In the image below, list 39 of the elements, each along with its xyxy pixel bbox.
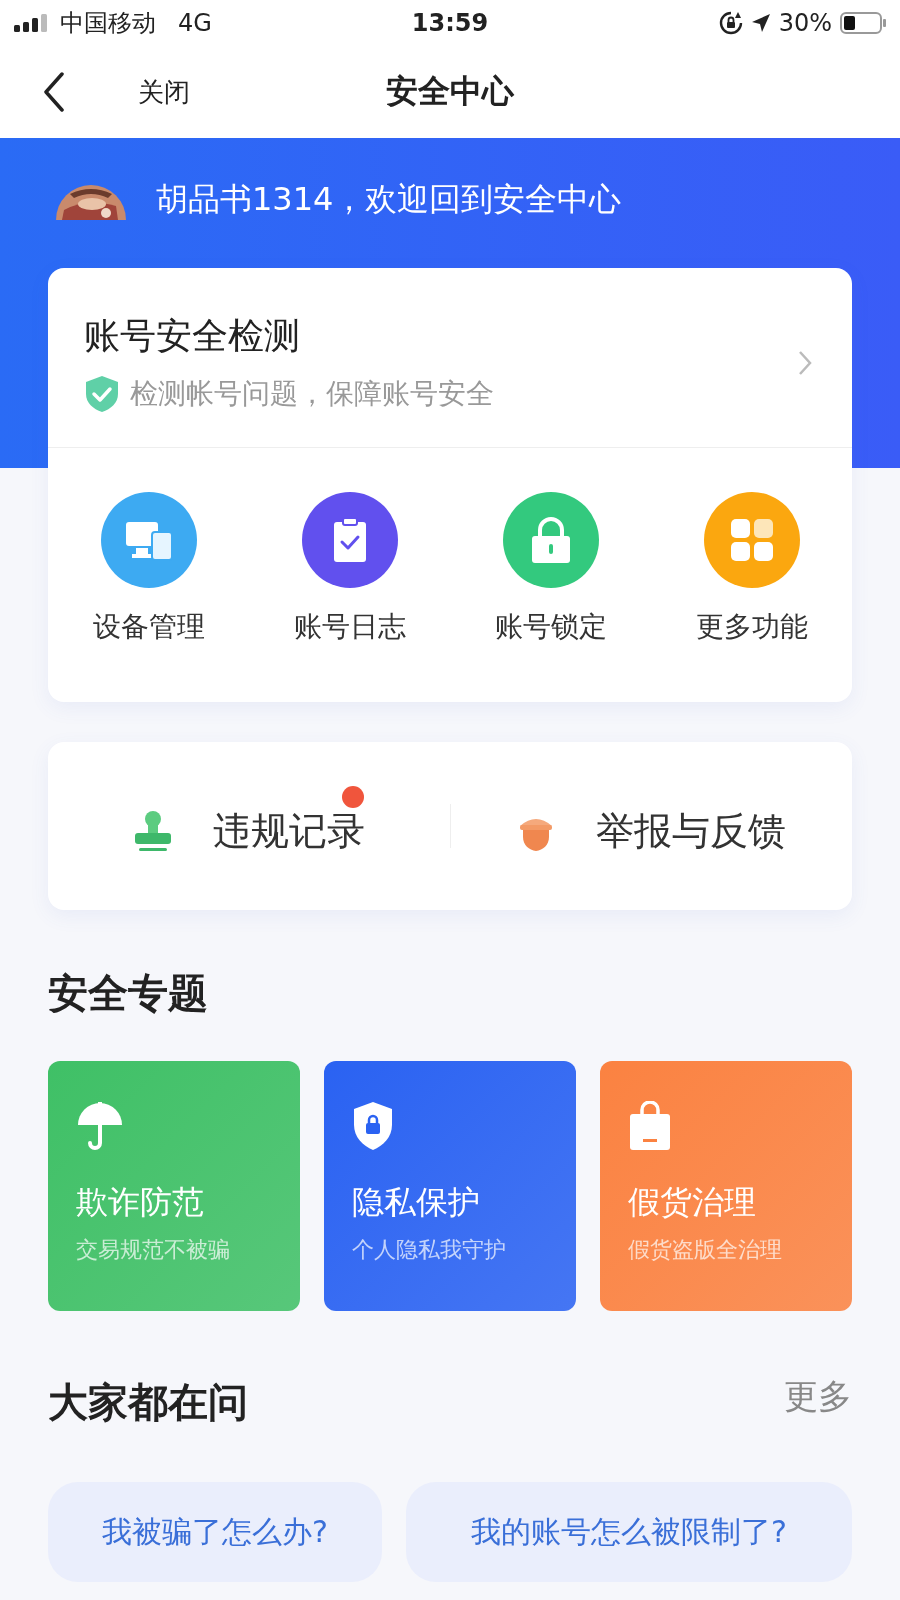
topic-card[interactable]: 隐私保护 个人隐私我守护	[324, 1061, 576, 1311]
grid-icon	[729, 518, 774, 562]
clock-time: 13:59	[411, 9, 489, 37]
close-button[interactable]: 关闭	[138, 74, 190, 110]
shield-check-icon	[84, 375, 120, 413]
clipboard-check-icon	[331, 517, 368, 563]
location-arrow-icon	[750, 13, 771, 33]
rotation-lock-icon	[718, 11, 743, 35]
feature-button[interactable]: 设备管理	[63, 492, 234, 646]
topic-subtitle: 假货盗版全治理	[628, 1236, 782, 1264]
umbrella-icon	[76, 1101, 124, 1151]
question-chip[interactable]: 我的账号怎么被限制了?	[406, 1482, 852, 1582]
page-title: 安全中心	[386, 71, 514, 112]
shopping-bag-icon	[628, 1101, 672, 1151]
section-title: 安全专题	[48, 969, 209, 1018]
welcome-text: 胡品书1314，欢迎回到安全中心	[156, 179, 622, 220]
topic-title: 欺诈防范	[76, 1182, 204, 1223]
padlock-icon	[529, 516, 572, 564]
carrier-name: 中国移动	[60, 8, 156, 39]
shield-lock-icon	[352, 1101, 394, 1151]
battery-percent: 30%	[778, 9, 832, 37]
chevron-right-icon	[798, 349, 812, 376]
topic-subtitle: 个人隐私我守护	[352, 1236, 506, 1264]
stamp-icon	[132, 810, 173, 852]
network-type: 4G	[178, 9, 212, 37]
feature-button[interactable]: 账号锁定	[465, 492, 636, 646]
feature-button[interactable]: 更多功能	[666, 492, 837, 646]
account-check-row[interactable]: 账号安全检测 检测帐号问题，保障账号安全	[48, 268, 852, 448]
topic-subtitle: 交易规范不被骗	[76, 1236, 230, 1264]
check-title: 账号安全检测	[84, 314, 301, 358]
question-chip[interactable]: 我被骗了怎么办?	[48, 1482, 382, 1582]
shortcut-button[interactable]: 违规记录	[48, 783, 450, 869]
battery-icon	[840, 12, 886, 34]
topic-title: 隐私保护	[352, 1182, 480, 1223]
topic-title: 假货治理	[628, 1182, 756, 1223]
section-title: 大家都在问	[48, 1378, 248, 1427]
check-subtitle: 检测帐号问题，保障账号安全	[130, 376, 494, 412]
feature-button[interactable]: 账号日志	[264, 492, 435, 646]
shortcut-button[interactable]: 举报与反馈	[450, 783, 852, 869]
